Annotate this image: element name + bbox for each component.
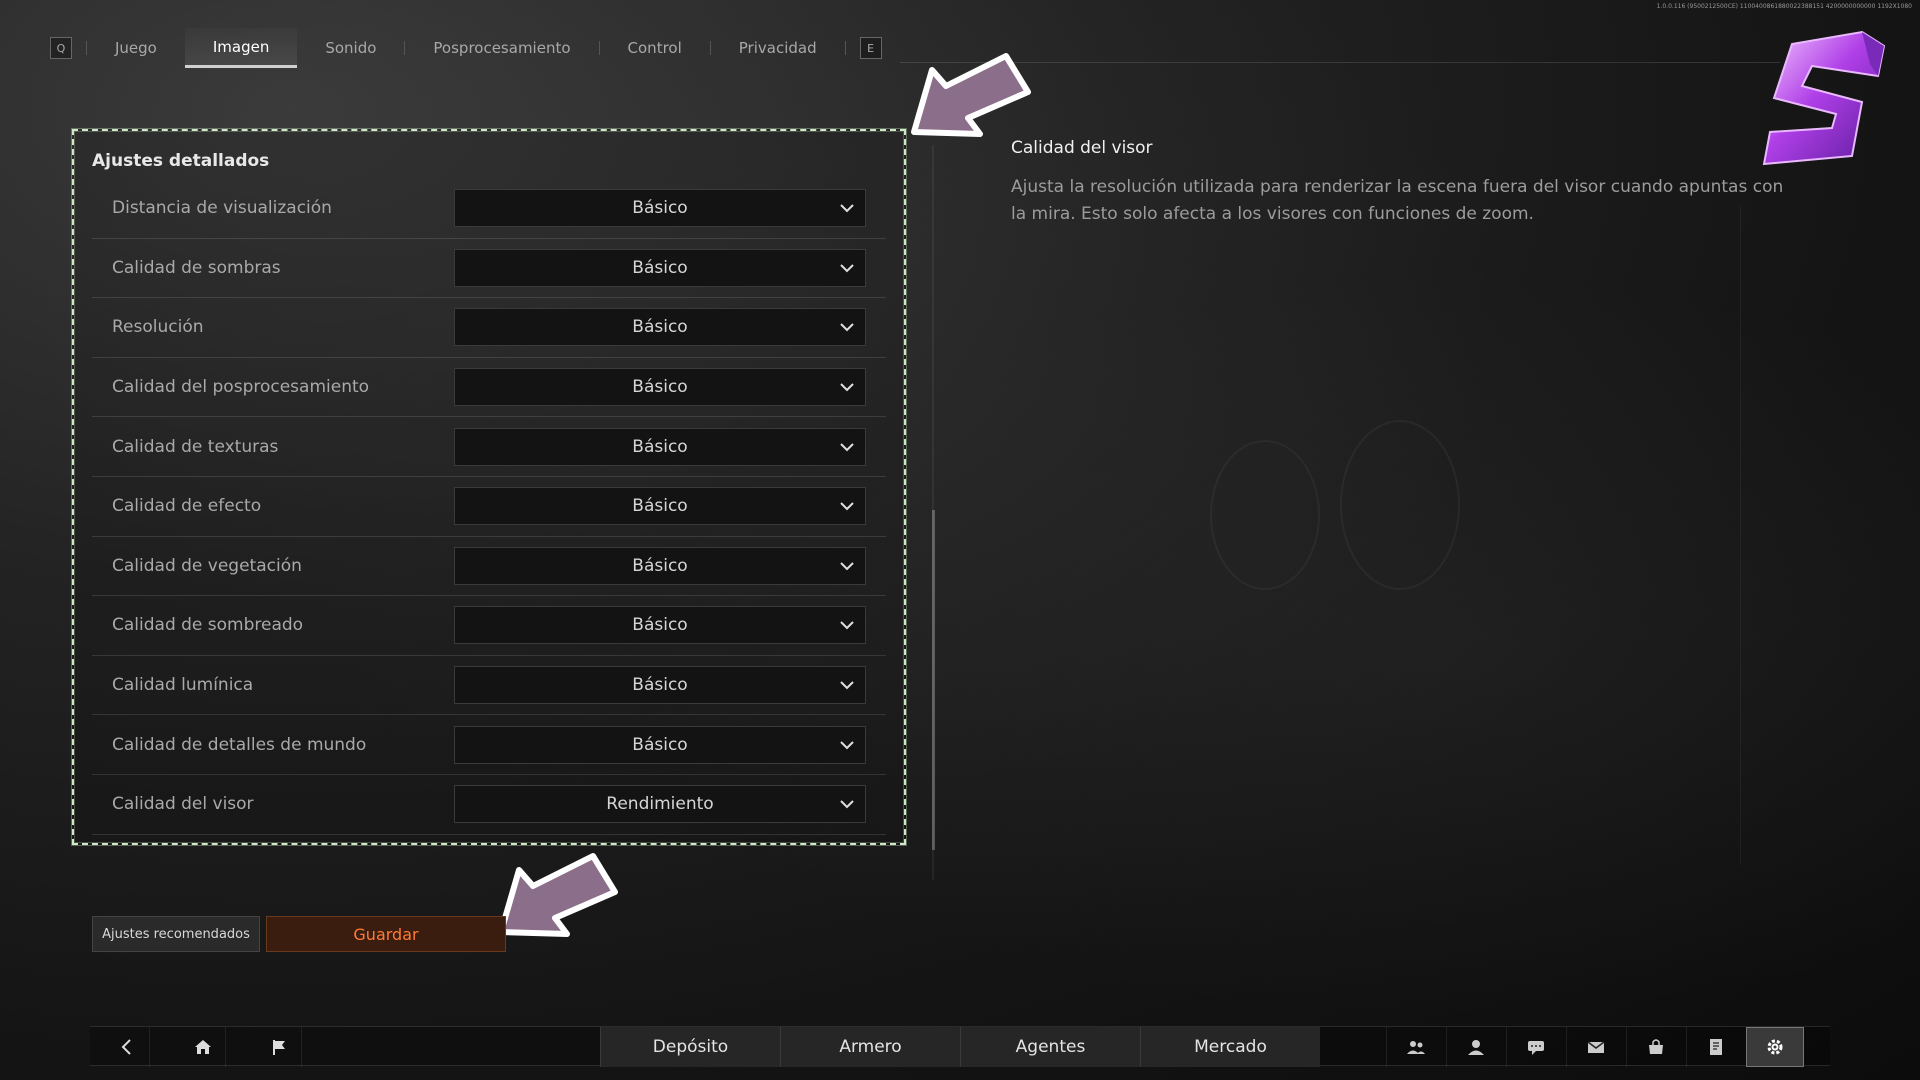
description-title: Calidad del visor: [1011, 138, 1153, 158]
profile-icon[interactable]: [1446, 1027, 1504, 1067]
setting-label: Calidad del visor: [112, 794, 254, 815]
game-logo: [1762, 30, 1886, 166]
setting-label: Calidad de sombras: [112, 257, 281, 278]
setting-dropdown[interactable]: Básico: [454, 666, 866, 705]
detailed-settings-panel: Ajustes detallados Distancia de visualiz…: [72, 129, 906, 845]
setting-row: Distancia de visualización Básico: [92, 179, 886, 239]
setting-dropdown[interactable]: Básico: [454, 546, 866, 585]
chevron-down-icon: [840, 740, 854, 750]
bottom-tab-armero[interactable]: Armero: [780, 1027, 960, 1067]
tab-posprocesamiento[interactable]: Posprocesamiento: [405, 28, 598, 68]
setting-row: Calidad de efecto Básico: [92, 477, 886, 537]
tab-sonido[interactable]: Sonido: [297, 28, 404, 68]
setting-row: Calidad de texturas Básico: [92, 417, 886, 477]
tab-juego[interactable]: Juego: [87, 28, 185, 68]
setting-dropdown-value: Básico: [632, 615, 688, 636]
shop-icon[interactable]: [1626, 1027, 1684, 1067]
setting-dropdown-value: Básico: [632, 675, 688, 696]
setting-row: Calidad de sombreado Básico: [92, 596, 886, 656]
home-icon[interactable]: [180, 1027, 226, 1067]
save-button[interactable]: Guardar: [266, 916, 506, 952]
chevron-down-icon: [840, 383, 854, 392]
background-reel-left: [1210, 440, 1320, 590]
chevron-down-icon: [840, 800, 854, 809]
chevron-down-icon: [840, 264, 854, 273]
setting-label: Calidad de sombreado: [112, 615, 304, 636]
setting-dropdown[interactable]: Básico: [454, 487, 866, 526]
setting-dropdown-value: Básico: [632, 198, 688, 219]
settings-list: Distancia de visualización Básico Calidad …: [92, 179, 886, 835]
chevron-down-icon: [840, 442, 854, 452]
setting-dropdown-value: Básico: [632, 555, 688, 576]
setting-dropdown-value: Básico: [632, 317, 688, 338]
friends-icon[interactable]: [1386, 1027, 1444, 1067]
chevron-down-icon: [840, 562, 854, 571]
panel-title: Ajustes detallados: [92, 151, 270, 171]
description-divider: [1740, 205, 1741, 865]
version-string: 1.0.0.116 (9500212500CE) 110040086188002…: [1656, 3, 1912, 10]
setting-label: Calidad de efecto: [112, 496, 262, 517]
pointer-arrow-icon: [498, 853, 618, 937]
setting-dropdown[interactable]: Básico: [454, 308, 866, 347]
setting-dropdown[interactable]: Básico: [454, 189, 866, 228]
bottom-tab-deposito[interactable]: Depósito: [600, 1027, 780, 1067]
setting-label: Calidad de detalles de mundo: [112, 734, 367, 755]
setting-dropdown-value: Básico: [632, 257, 688, 278]
setting-label: Calidad de texturas: [112, 436, 279, 457]
setting-dropdown-value: Básico: [632, 377, 688, 398]
description-text: Ajusta la resolución utilizada para rend…: [1011, 177, 1784, 224]
next-tab-key-hint[interactable]: E: [859, 37, 882, 59]
chevron-down-icon: [840, 621, 854, 630]
setting-dropdown-value: Rendimiento: [606, 794, 714, 815]
setting-dropdown[interactable]: Rendimiento: [454, 785, 866, 824]
chevron-down-icon: [840, 204, 854, 213]
notes-icon[interactable]: [1686, 1027, 1744, 1067]
setting-dropdown-value: Básico: [632, 496, 688, 517]
prev-tab-key-hint[interactable]: Q: [50, 37, 72, 59]
tab-imagen[interactable]: Imagen: [184, 28, 298, 68]
back-icon[interactable]: [104, 1027, 150, 1067]
setting-row: Calidad de sombras Básico: [92, 239, 886, 299]
recommended-settings-button[interactable]: Ajustes recomendados: [92, 916, 260, 952]
setting-dropdown[interactable]: Básico: [454, 606, 866, 645]
setting-label: Calidad de vegetación: [112, 555, 302, 576]
bottom-tab-mercado[interactable]: Mercado: [1140, 1027, 1320, 1067]
setting-row: Calidad lumínica Básico: [92, 656, 886, 716]
setting-row: Resolución Básico: [92, 298, 886, 358]
pointer-arrow-icon: [911, 53, 1031, 137]
top-tab-bar: Q Juego Imagen Sonido Posprocesamiento C…: [50, 28, 882, 68]
setting-row: Calidad de vegetación Básico: [92, 537, 886, 597]
setting-label: Distancia de visualización: [112, 198, 332, 219]
chevron-down-icon: [840, 502, 854, 511]
setting-row: Calidad de detalles de mundo Básico: [92, 715, 886, 775]
tab-control[interactable]: Control: [600, 28, 710, 68]
setting-dropdown-value: Básico: [632, 734, 688, 755]
setting-row: Calidad del posprocesamiento Básico: [92, 358, 886, 418]
setting-dropdown[interactable]: Básico: [454, 427, 866, 466]
tab-separator: [844, 41, 846, 55]
chevron-down-icon: [840, 681, 854, 690]
gear-icon[interactable]: [1746, 1027, 1804, 1067]
setting-dropdown[interactable]: Básico: [454, 725, 866, 764]
setting-dropdown[interactable]: Básico: [454, 368, 866, 407]
setting-dropdown-value: Básico: [632, 436, 688, 457]
setting-dropdown[interactable]: Básico: [454, 248, 866, 287]
bottom-tab-agentes[interactable]: Agentes: [960, 1027, 1140, 1067]
setting-label: Calidad del posprocesamiento: [112, 377, 370, 398]
background-reel-right: [1340, 420, 1460, 590]
mail-icon[interactable]: [1566, 1027, 1624, 1067]
setting-label: Resolución: [112, 317, 204, 338]
chevron-down-icon: [840, 323, 854, 332]
bottom-nav-bar: Depósito Armero Agentes Mercado: [90, 1026, 1830, 1067]
flag-icon[interactable]: [256, 1027, 302, 1067]
setting-label: Calidad lumínica: [112, 675, 254, 696]
chat-icon[interactable]: [1506, 1027, 1564, 1067]
setting-row: Calidad del visor Rendimiento: [92, 775, 886, 835]
tab-privacidad[interactable]: Privacidad: [711, 28, 845, 68]
scrollbar-thumb[interactable]: [932, 510, 935, 850]
